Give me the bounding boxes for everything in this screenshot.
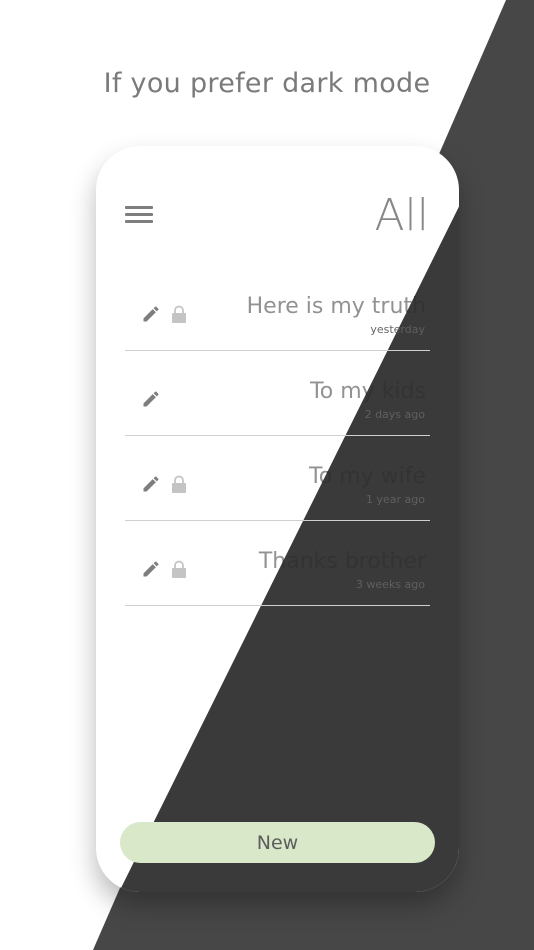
menu-bar (125, 206, 153, 209)
page-headline: If you prefer dark mode (103, 68, 431, 99)
note-date: 1 year ago (366, 493, 425, 506)
pencil-icon[interactable] (141, 389, 161, 409)
list-item[interactable]: Thanks brother 3 weeks ago (125, 521, 430, 606)
note-title: Thanks brother (258, 549, 426, 574)
lock-icon (172, 475, 186, 493)
lock-icon (172, 305, 186, 323)
notes-list: Here is my truth yesterday To my kids 2 … (125, 266, 430, 606)
list-item[interactable]: To my wife 1 year ago (125, 436, 430, 521)
note-date: 2 days ago (364, 408, 425, 421)
note-title: Here is my truth (246, 294, 426, 319)
menu-icon[interactable] (125, 204, 153, 226)
new-note-button[interactable]: New (120, 822, 435, 863)
note-title: To my wife (309, 464, 426, 489)
menu-bar (125, 220, 153, 223)
pencil-icon[interactable] (141, 559, 161, 579)
list-item[interactable]: To my kids 2 days ago (125, 351, 430, 436)
phone-frame: All Here is my truth yesterday To my kid… (96, 146, 459, 892)
lock-icon (172, 560, 186, 578)
note-date: 3 weeks ago (355, 578, 425, 591)
menu-bar (125, 213, 153, 216)
pencil-icon[interactable] (141, 304, 161, 324)
note-date: yesterday (370, 323, 425, 336)
list-item[interactable]: Here is my truth yesterday (125, 266, 430, 351)
pencil-icon[interactable] (141, 474, 161, 494)
note-title: To my kids (310, 379, 426, 404)
page-title: All (374, 190, 429, 241)
